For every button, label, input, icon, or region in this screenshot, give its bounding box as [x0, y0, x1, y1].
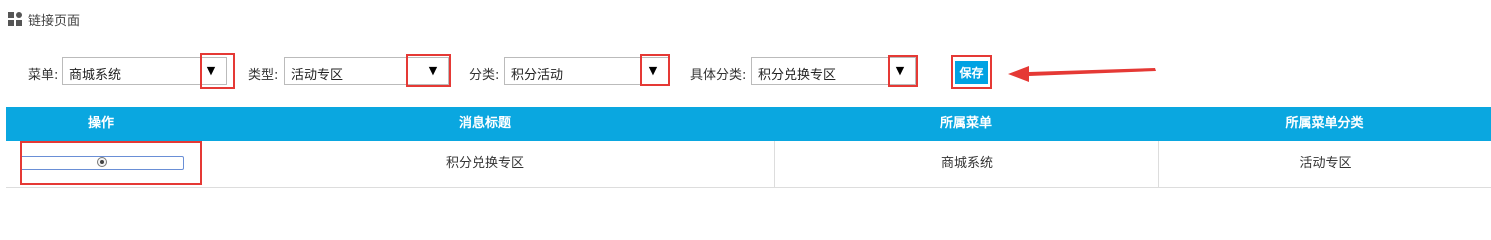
chevron-down-icon[interactable]: ▼ — [638, 57, 668, 85]
chevron-down-icon[interactable]: ▼ — [418, 57, 448, 85]
column-header-menu-category: 所属菜单分类 — [1285, 116, 1364, 131]
category-select-value: 积分活动 — [511, 68, 564, 83]
category-select[interactable]: 积分活动 ▼ — [504, 57, 669, 85]
menu-select[interactable]: 商城系统 ▼ — [62, 57, 227, 85]
menu-category-cell: 活动专区 — [1158, 141, 1491, 187]
action-cell — [6, 141, 196, 187]
type-label: 类型: — [248, 68, 279, 83]
specific-category-label: 具体分类: — [690, 68, 747, 83]
specific-category-select[interactable]: 积分兑换专区 ▼ — [751, 57, 916, 85]
page-header: 链接页面 — [8, 9, 80, 29]
column-header-title: 消息标题 — [458, 116, 511, 131]
category-label: 分类: — [469, 68, 500, 83]
grid-icon — [8, 12, 22, 26]
specific-category-select-value: 积分兑换专区 — [758, 68, 837, 83]
table-header: 操作 消息标题 所属菜单 所属菜单分类 — [6, 107, 1491, 141]
select-field[interactable] — [20, 156, 184, 170]
arrow-annotation-icon — [1008, 66, 1156, 82]
type-select-value: 活动专区 — [291, 68, 344, 83]
chevron-down-icon[interactable]: ▼ — [885, 57, 915, 85]
menu-select-value: 商城系统 — [69, 68, 122, 83]
data-table: 操作 消息标题 所属菜单 所属菜单分类 积分兑换专区 商城系统 活动专区 — [6, 107, 1491, 188]
menu-cell: 商城系统 — [774, 141, 1159, 187]
type-select[interactable]: 活动专区 ▼ — [284, 57, 449, 85]
table-row[interactable]: 积分兑换专区 商城系统 活动专区 — [6, 141, 1491, 188]
filter-bar: 菜单: 商城系统 ▼ 类型: 活动专区 ▼ 分类: 积分活动 ▼ 具体分类: 积… — [0, 56, 1491, 88]
radio-button[interactable] — [97, 157, 107, 167]
save-button[interactable]: 保存 — [955, 61, 988, 84]
menu-label: 菜单: — [28, 68, 59, 83]
title-cell: 积分兑换专区 — [445, 156, 524, 171]
column-header-menu: 所属菜单 — [939, 116, 992, 131]
column-header-action: 操作 — [87, 116, 114, 131]
chevron-down-icon[interactable]: ▼ — [196, 57, 226, 85]
page-title: 链接页面 — [28, 13, 81, 29]
